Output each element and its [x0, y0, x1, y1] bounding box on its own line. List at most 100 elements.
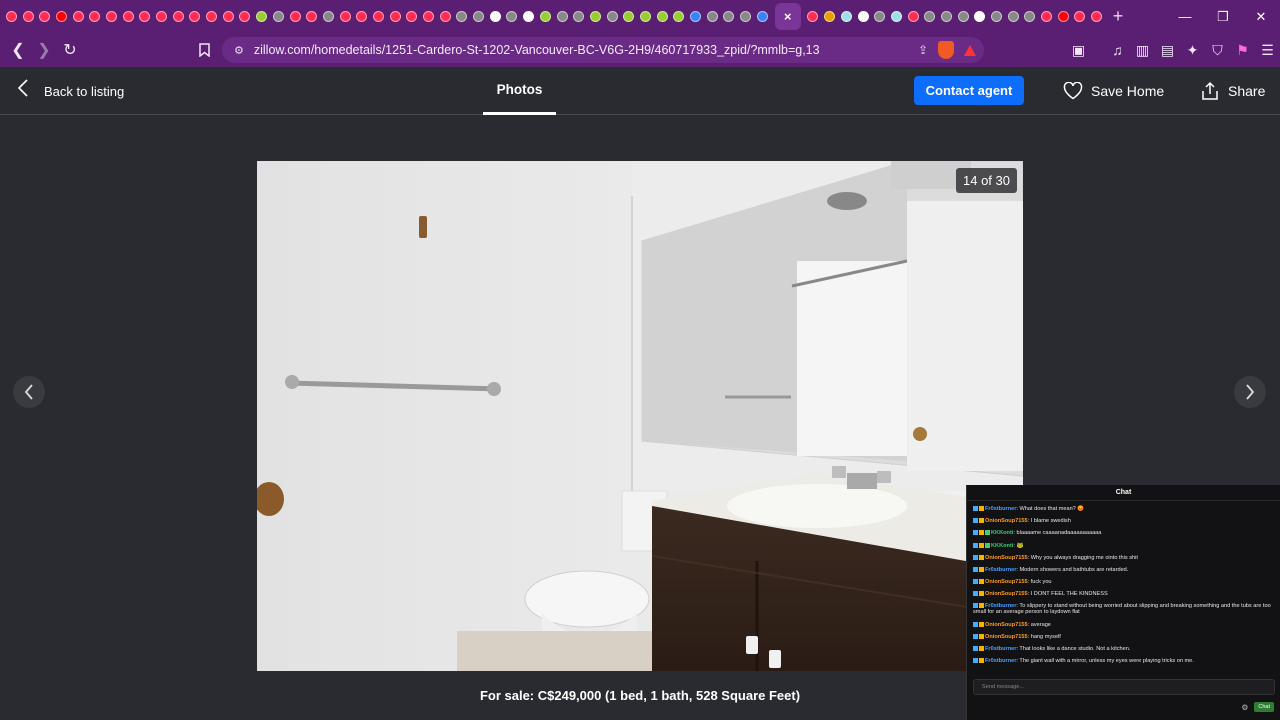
browser-tab[interactable] — [1005, 0, 1022, 33]
browser-tab[interactable] — [938, 0, 955, 33]
gear-icon[interactable]: ⚙ — [1241, 703, 1248, 712]
chat-message-list[interactable]: Fr0stburner: What does that mean? 😡 Onion… — [967, 501, 1280, 669]
back-icon[interactable]: ❮ — [6, 38, 30, 62]
close-window-icon[interactable]: ✕ — [1242, 0, 1280, 33]
chat-username[interactable]: Fr0stburner — [985, 603, 1016, 609]
browser-tab[interactable] — [1072, 0, 1089, 33]
browser-tab[interactable] — [754, 0, 771, 33]
chat-username[interactable]: Fr0stburner — [985, 506, 1016, 512]
next-photo-button[interactable] — [1234, 376, 1266, 408]
chat-username[interactable]: KKKonti — [991, 543, 1013, 549]
bookmark-icon[interactable] — [192, 38, 216, 62]
browser-tab[interactable] — [487, 0, 504, 33]
browser-tab[interactable] — [387, 0, 404, 33]
chat-username[interactable]: OnionSoup7155 — [985, 634, 1028, 640]
address-bar[interactable]: ⚙ zillow.com/homedetails/1251-Cardero-St… — [222, 37, 984, 63]
extension-icon[interactable]: ⚑ — [1230, 42, 1255, 59]
browser-tab[interactable] — [3, 0, 20, 33]
browser-tab[interactable] — [671, 0, 688, 33]
chat-message-input[interactable]: Send message... — [973, 679, 1275, 695]
browser-tab[interactable] — [437, 0, 454, 33]
tab-photos[interactable]: Photos — [483, 67, 556, 115]
browser-tab[interactable] — [554, 0, 571, 33]
site-info-icon[interactable]: ⚙ — [234, 44, 244, 57]
browser-tab[interactable] — [921, 0, 938, 33]
chat-username[interactable]: OnionSoup7155 — [985, 591, 1028, 597]
back-to-listing-link[interactable]: Back to listing — [17, 67, 124, 115]
forward-icon[interactable]: ❯ — [32, 38, 56, 62]
menu-icon[interactable]: ☰ — [1255, 42, 1280, 59]
browser-tab[interactable] — [838, 0, 855, 33]
browser-tab[interactable] — [203, 0, 220, 33]
chat-username[interactable]: Fr0stburner — [985, 646, 1016, 652]
browser-tab[interactable] — [103, 0, 120, 33]
chat-username[interactable]: KKKonti — [991, 530, 1013, 536]
browser-tab[interactable] — [337, 0, 354, 33]
browser-tab[interactable] — [303, 0, 320, 33]
browser-tab[interactable] — [170, 0, 187, 33]
browser-tab[interactable] — [287, 0, 304, 33]
save-home-button[interactable]: Save Home — [1063, 67, 1164, 115]
browser-tab[interactable] — [86, 0, 103, 33]
browser-tab[interactable] — [805, 0, 822, 33]
browser-tab[interactable] — [704, 0, 721, 33]
browser-tab[interactable] — [721, 0, 738, 33]
chat-username[interactable]: OnionSoup7155 — [985, 622, 1028, 628]
browser-tab[interactable] — [855, 0, 872, 33]
browser-tab[interactable] — [520, 0, 537, 33]
screenshot-icon[interactable]: ▣ — [1066, 42, 1091, 59]
reload-icon[interactable]: ↻ — [58, 38, 82, 62]
browser-tab[interactable] — [237, 0, 254, 33]
share-page-icon[interactable]: ⇪ — [918, 43, 928, 57]
browser-tab[interactable] — [637, 0, 654, 33]
chat-username[interactable]: Fr0stburner — [985, 567, 1016, 573]
browser-tab[interactable] — [36, 0, 53, 33]
browser-tab[interactable] — [1022, 0, 1039, 33]
restore-icon[interactable]: ❐ — [1204, 0, 1242, 33]
share-button[interactable]: Share — [1200, 67, 1265, 115]
browser-tab[interactable] — [320, 0, 337, 33]
browser-tab[interactable] — [972, 0, 989, 33]
browser-tab[interactable] — [187, 0, 204, 33]
active-tab-close-button[interactable]: × — [774, 3, 801, 30]
leo-ai-icon[interactable]: ✦ — [1180, 42, 1205, 59]
browser-tab[interactable] — [404, 0, 421, 33]
browser-tab[interactable] — [220, 0, 237, 33]
browser-tab[interactable] — [955, 0, 972, 33]
browser-tab[interactable] — [888, 0, 905, 33]
chat-send-button[interactable]: Chat — [1254, 702, 1274, 712]
browser-tab[interactable] — [420, 0, 437, 33]
listing-photo[interactable]: 14 of 30 — [257, 161, 1023, 671]
chat-username[interactable]: OnionSoup7155 — [985, 518, 1028, 524]
minimize-icon[interactable]: — — [1166, 0, 1204, 33]
browser-tab[interactable] — [1038, 0, 1055, 33]
browser-tab[interactable] — [120, 0, 137, 33]
new-tab-button[interactable]: + — [1105, 6, 1131, 27]
brave-shields-icon[interactable] — [938, 41, 954, 59]
browser-tab[interactable] — [353, 0, 370, 33]
media-icon[interactable]: ♫ — [1105, 42, 1130, 58]
browser-tab[interactable] — [570, 0, 587, 33]
browser-tab[interactable] — [905, 0, 922, 33]
sidebar-icon[interactable]: ▥ — [1130, 42, 1155, 59]
browser-tab[interactable] — [620, 0, 637, 33]
previous-photo-button[interactable] — [13, 376, 45, 408]
browser-tab[interactable] — [654, 0, 671, 33]
browser-tab[interactable] — [153, 0, 170, 33]
browser-tab[interactable] — [470, 0, 487, 33]
browser-tab[interactable] — [20, 0, 37, 33]
browser-tab[interactable] — [137, 0, 154, 33]
brave-rewards-icon[interactable] — [964, 44, 976, 56]
vpn-icon[interactable]: ⛉ — [1205, 42, 1230, 59]
browser-tab[interactable] — [537, 0, 554, 33]
wallet-icon[interactable]: ▤ — [1155, 42, 1180, 59]
chat-username[interactable]: Fr0stburner — [985, 658, 1016, 664]
chat-username[interactable]: OnionSoup7155 — [985, 579, 1028, 585]
chat-username[interactable]: OnionSoup7155 — [985, 555, 1028, 561]
browser-tab[interactable] — [737, 0, 754, 33]
browser-tab[interactable] — [53, 0, 70, 33]
browser-tab[interactable] — [587, 0, 604, 33]
browser-tab[interactable] — [70, 0, 87, 33]
browser-tab[interactable] — [821, 0, 838, 33]
browser-tab[interactable] — [871, 0, 888, 33]
